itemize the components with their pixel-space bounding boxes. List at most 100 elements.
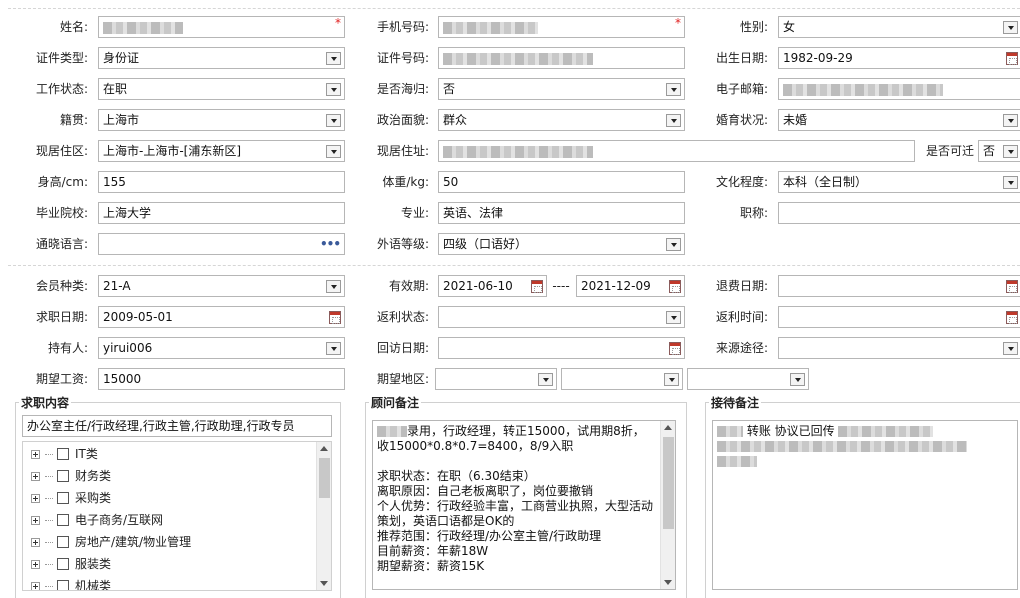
member-type-select[interactable]: 21-A bbox=[98, 275, 345, 297]
area-city-select[interactable] bbox=[561, 368, 683, 390]
major-field[interactable]: 英语、法律 bbox=[438, 202, 685, 224]
rebate-time-field[interactable] bbox=[778, 306, 1020, 328]
chevron-down-icon[interactable] bbox=[326, 342, 341, 355]
politics-select[interactable]: 群众 bbox=[438, 109, 685, 131]
area-district-select[interactable] bbox=[687, 368, 809, 390]
education-select[interactable]: 本科（全日制） bbox=[778, 171, 1020, 193]
overseas-select[interactable]: 否 bbox=[438, 78, 685, 100]
source-select[interactable] bbox=[778, 337, 1020, 359]
chevron-down-icon[interactable] bbox=[538, 373, 553, 386]
visit-date-label: 回访日期: bbox=[376, 341, 429, 355]
calendar-icon[interactable] bbox=[329, 311, 341, 324]
more-icon[interactable]: ••• bbox=[320, 237, 341, 251]
relocate-select[interactable]: 否 bbox=[978, 140, 1020, 162]
job-summary-field[interactable]: 办公室主任/行政经理,行政主管,行政助理,行政专员 bbox=[22, 415, 332, 437]
region-label: 现居住区: bbox=[35, 144, 88, 158]
chevron-down-icon[interactable] bbox=[790, 373, 805, 386]
gender-select[interactable]: 女 bbox=[778, 16, 1020, 38]
calendar-icon[interactable] bbox=[669, 342, 681, 355]
scroll-up-icon[interactable] bbox=[320, 446, 328, 451]
chevron-down-icon[interactable] bbox=[326, 83, 341, 96]
tree-item-label: 财务类 bbox=[75, 469, 112, 483]
mobile-field[interactable]: * bbox=[438, 16, 685, 38]
scroll-down-icon[interactable] bbox=[664, 580, 672, 585]
checkbox[interactable] bbox=[57, 492, 69, 504]
calendar-icon[interactable] bbox=[1006, 52, 1018, 65]
chevron-down-icon[interactable] bbox=[664, 373, 679, 386]
apply-date-field[interactable]: 2009-05-01 bbox=[98, 306, 345, 328]
calendar-icon[interactable] bbox=[669, 280, 681, 293]
expand-icon[interactable] bbox=[31, 494, 40, 503]
id-type-select[interactable]: 身份证 bbox=[98, 47, 345, 69]
expand-icon[interactable] bbox=[31, 472, 40, 481]
expand-icon[interactable] bbox=[31, 538, 40, 547]
lang-level-select[interactable]: 四级（口语好） bbox=[438, 233, 685, 255]
scroll-thumb[interactable] bbox=[319, 458, 330, 498]
scroll-thumb[interactable] bbox=[663, 437, 674, 529]
school-field[interactable]: 上海大学 bbox=[98, 202, 345, 224]
valid-from-value: 2021-06-10 bbox=[443, 279, 513, 293]
language-picker[interactable]: ••• bbox=[98, 233, 345, 255]
chevron-down-icon[interactable] bbox=[326, 145, 341, 158]
height-value: 155 bbox=[103, 175, 126, 189]
expand-icon[interactable] bbox=[31, 516, 40, 525]
area-province-select[interactable] bbox=[435, 368, 557, 390]
checkbox[interactable] bbox=[57, 470, 69, 482]
salary-field[interactable]: 15000 bbox=[98, 368, 345, 390]
height-field[interactable]: 155 bbox=[98, 171, 345, 193]
valid-to-field[interactable]: 2021-12-09 bbox=[576, 275, 685, 297]
chevron-down-icon[interactable] bbox=[1003, 342, 1018, 355]
region-select[interactable]: 上海市-上海市-[浦东新区] bbox=[98, 140, 345, 162]
id-no-field[interactable] bbox=[438, 47, 685, 69]
checkbox[interactable] bbox=[57, 448, 69, 460]
visit-date-field[interactable] bbox=[438, 337, 685, 359]
politics-value: 群众 bbox=[443, 113, 468, 127]
chevron-down-icon[interactable] bbox=[326, 52, 341, 65]
native-select[interactable]: 上海市 bbox=[98, 109, 345, 131]
education-label: 文化程度: bbox=[715, 175, 768, 189]
valid-from-field[interactable]: 2021-06-10 bbox=[438, 275, 547, 297]
calendar-icon[interactable] bbox=[1006, 311, 1018, 324]
scroll-down-icon[interactable] bbox=[320, 581, 328, 586]
checkbox[interactable] bbox=[57, 536, 69, 548]
job-summary-value: 办公室主任/行政经理,行政主管,行政助理,行政专员 bbox=[27, 419, 295, 433]
checkbox[interactable] bbox=[57, 558, 69, 570]
chevron-down-icon[interactable] bbox=[666, 238, 681, 251]
birth-date-field[interactable]: 1982-09-29 bbox=[778, 47, 1020, 69]
valid-separator: ---- bbox=[552, 279, 570, 293]
chevron-down-icon[interactable] bbox=[326, 114, 341, 127]
calendar-icon[interactable] bbox=[1006, 280, 1018, 293]
calendar-icon[interactable] bbox=[531, 280, 543, 293]
chevron-down-icon[interactable] bbox=[1003, 176, 1018, 189]
chevron-down-icon[interactable] bbox=[666, 311, 681, 324]
overseas-value: 否 bbox=[443, 82, 456, 96]
advisor-notes-textarea[interactable]: 录用，行政经理，转正15000，试用期8折，收15000*0.8*0.7=840… bbox=[372, 420, 676, 590]
name-field[interactable]: * bbox=[98, 16, 345, 38]
title-field[interactable] bbox=[778, 202, 1020, 224]
tree-scrollbar[interactable] bbox=[316, 442, 331, 590]
email-field[interactable] bbox=[778, 78, 1020, 100]
chevron-down-icon[interactable] bbox=[1003, 21, 1018, 34]
expand-icon[interactable] bbox=[31, 560, 40, 569]
address-field[interactable] bbox=[438, 140, 915, 162]
checkbox[interactable] bbox=[57, 514, 69, 526]
reception-notes-textarea[interactable]: 转账 协议已回传 bbox=[712, 420, 1018, 590]
job-content-title: 求职内容 bbox=[19, 396, 72, 410]
holder-select[interactable]: yirui006 bbox=[98, 337, 345, 359]
checkbox[interactable] bbox=[57, 580, 69, 590]
chevron-down-icon[interactable] bbox=[666, 83, 681, 96]
chevron-down-icon[interactable] bbox=[1003, 145, 1018, 158]
chevron-down-icon[interactable] bbox=[666, 114, 681, 127]
expand-icon[interactable] bbox=[31, 582, 40, 590]
scroll-up-icon[interactable] bbox=[664, 425, 672, 430]
refund-date-field[interactable] bbox=[778, 275, 1020, 297]
weight-field[interactable]: 50 bbox=[438, 171, 685, 193]
expand-icon[interactable] bbox=[31, 450, 40, 459]
rebate-status-select[interactable] bbox=[438, 306, 685, 328]
chevron-down-icon[interactable] bbox=[326, 280, 341, 293]
chevron-down-icon[interactable] bbox=[1003, 114, 1018, 127]
work-status-select[interactable]: 在职 bbox=[98, 78, 345, 100]
advisor-scrollbar[interactable] bbox=[660, 421, 675, 589]
marital-select[interactable]: 未婚 bbox=[778, 109, 1020, 131]
member-type-label: 会员种类: bbox=[35, 279, 88, 293]
